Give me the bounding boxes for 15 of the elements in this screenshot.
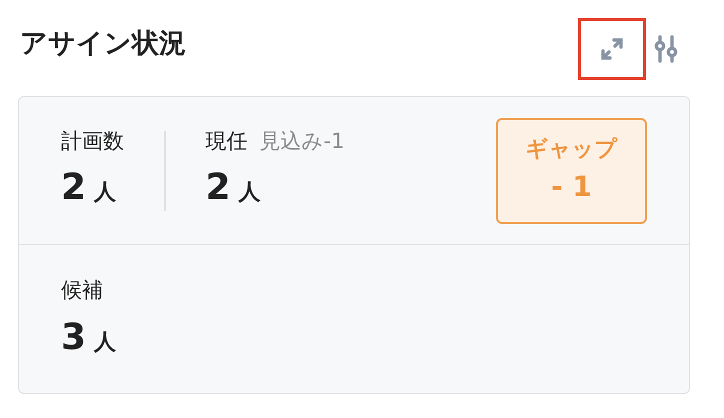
gap-value: - 1 — [551, 169, 592, 205]
stat-note: 見込み-1 — [260, 128, 344, 155]
panel-title: アサイン状況 — [20, 27, 186, 61]
stat-value: 3 — [61, 316, 86, 360]
unit-label: 人 — [94, 328, 116, 356]
gap-label: ギャップ — [526, 136, 618, 164]
stat-label: 計画数 — [61, 128, 124, 155]
stat-value: 2 — [61, 166, 86, 210]
stat-label: 現任 — [206, 128, 248, 155]
unit-label: 人 — [238, 179, 261, 208]
stat-label: 候補 — [61, 277, 103, 304]
expand-icon — [599, 36, 625, 62]
unit-label: 人 — [94, 179, 116, 208]
expand-button[interactable] — [578, 18, 646, 80]
stat-value: 2 — [206, 166, 231, 210]
